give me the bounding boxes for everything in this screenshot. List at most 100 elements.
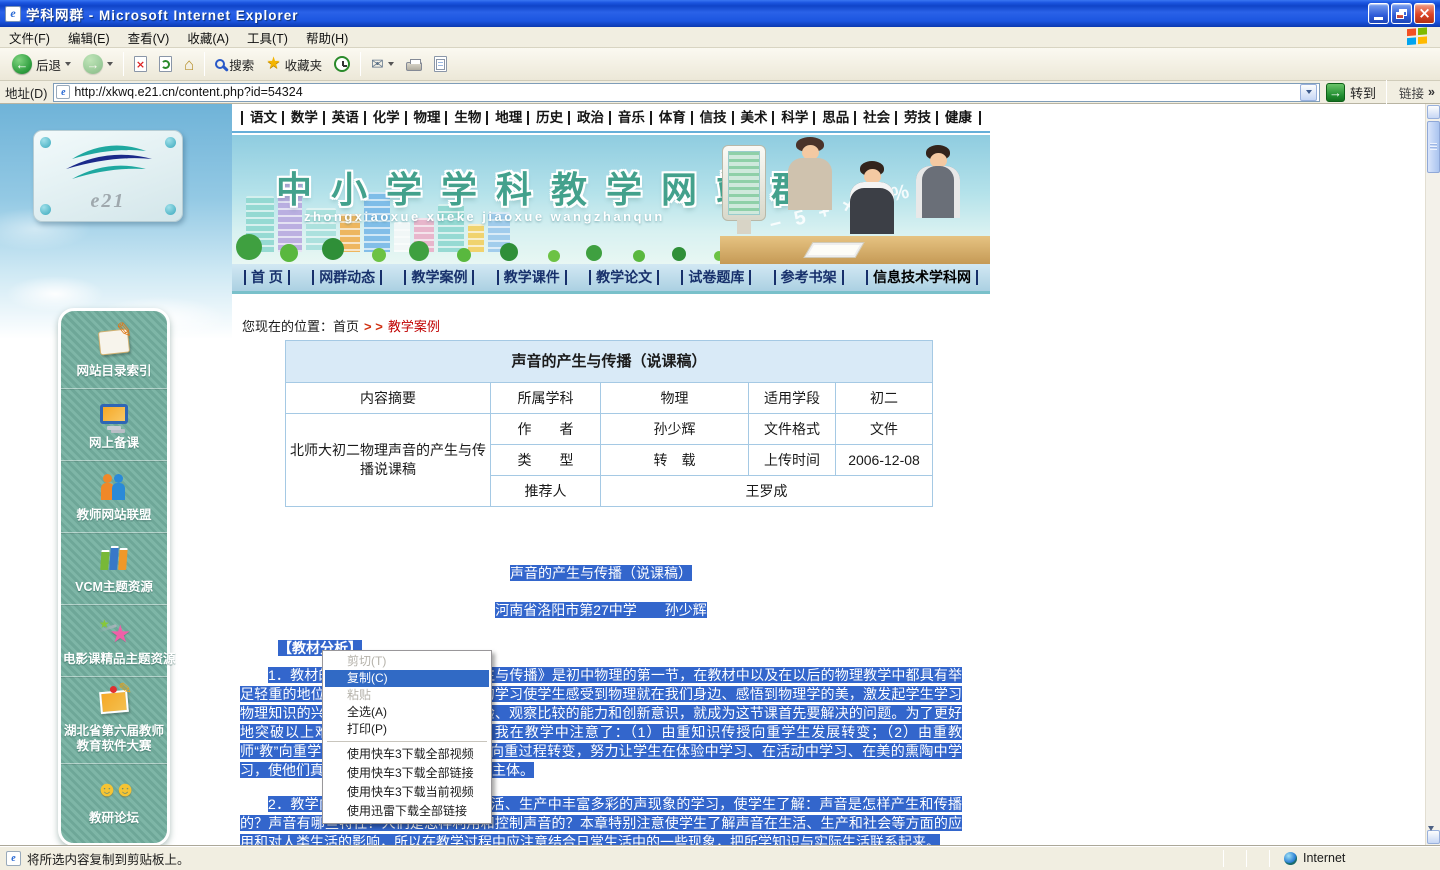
label-author: 作 者 xyxy=(491,414,601,445)
subject-link[interactable]: 数学 xyxy=(282,111,322,125)
subject-link[interactable]: 美术 xyxy=(732,111,772,125)
sidebar-item-online-prep[interactable]: 网上备课 xyxy=(61,388,167,460)
nav-question-bank[interactable]: 试卷题库 xyxy=(681,270,751,285)
internet-globe-icon xyxy=(1284,852,1297,865)
breadcrumb-home-link[interactable]: 首页 xyxy=(333,319,359,334)
subject-link[interactable]: 生物 xyxy=(445,111,485,125)
restore-button[interactable] xyxy=(1391,3,1412,24)
menu-help[interactable]: 帮助(H) xyxy=(297,28,357,47)
context-menu-flashget-current-video[interactable]: 使用快车3下载当前视频 xyxy=(325,783,489,802)
site-banner: 中小学学科教学网站群 zhongxiaoxue xueke jiaoxue wa… xyxy=(232,135,990,264)
stop-button[interactable]: × xyxy=(128,50,153,78)
context-menu-thunder-all-links[interactable]: 使用迅雷下载全部链接 xyxy=(325,802,489,821)
subject-link[interactable]: 历史 xyxy=(527,111,567,125)
value-recommender: 王罗成 xyxy=(601,476,933,507)
context-menu-select-all[interactable]: 全选(A) xyxy=(325,704,489,721)
sidebar-item-directory[interactable]: 网站目录索引 xyxy=(61,317,167,388)
favorites-button[interactable]: ★ 收藏夹 xyxy=(260,50,328,78)
links-toolbar[interactable]: 链接 » xyxy=(1391,83,1435,102)
subject-link[interactable]: 社会 xyxy=(854,111,894,125)
subject-link[interactable]: 地理 xyxy=(486,111,526,125)
subject-link[interactable]: 健康 xyxy=(936,111,981,125)
history-button[interactable] xyxy=(328,50,356,78)
subject-link[interactable]: 劳技 xyxy=(895,111,935,125)
print-button[interactable] xyxy=(400,50,428,78)
subject-link[interactable]: 政治 xyxy=(568,111,608,125)
scrollbar-thumb[interactable] xyxy=(1427,121,1440,173)
menu-tools[interactable]: 工具(T) xyxy=(238,28,297,47)
nav-home[interactable]: 首 页 xyxy=(244,270,290,285)
nav-it-subject[interactable]: 信息技术学科网 xyxy=(866,270,978,285)
e21-waves-icon xyxy=(62,143,156,185)
mail-button[interactable]: ✉ xyxy=(365,50,400,78)
status-right-panes: Internet xyxy=(1201,846,1434,870)
subject-link[interactable]: 思品 xyxy=(813,111,853,125)
label-recommender: 推荐人 xyxy=(491,476,601,507)
e21-logo[interactable]: e21 xyxy=(33,130,183,222)
vertical-scrollbar[interactable] xyxy=(1425,104,1440,845)
site-nav: 首 页 网群动态 教学案例 教学课件 教学论文 试卷题库 参考书架 信息技术学科… xyxy=(232,264,990,294)
back-dropdown-icon[interactable] xyxy=(65,62,71,66)
subject-link[interactable]: 物理 xyxy=(405,111,445,125)
subject-link[interactable]: 音乐 xyxy=(609,111,649,125)
address-label: 地址(D) xyxy=(5,83,47,102)
sidebar-item-film-resources[interactable]: ★★ 电影课精品主题资源 xyxy=(61,604,167,676)
sidebar-item-forum[interactable]: ☻☻ 教研论坛 xyxy=(61,763,167,835)
close-button[interactable]: × xyxy=(1414,3,1435,24)
boy-figure xyxy=(850,161,894,234)
window-title: 学科网群 - Microsoft Internet Explorer xyxy=(26,4,299,24)
scroll-up-button[interactable] xyxy=(1427,105,1440,119)
title-bar: e 学科网群 - Microsoft Internet Explorer × xyxy=(0,0,1440,27)
stars-icon: ★★ xyxy=(63,612,165,648)
context-menu-print[interactable]: 打印(P) xyxy=(325,721,489,738)
go-button[interactable]: → 转到 xyxy=(1326,83,1376,102)
status-separator xyxy=(1223,850,1224,867)
context-menu-flashget-all-videos[interactable]: 使用快车3下载全部视频 xyxy=(325,745,489,764)
refresh-button[interactable] xyxy=(153,50,178,78)
nav-reference[interactable]: 参考书架 xyxy=(774,270,844,285)
windows-logo xyxy=(1407,27,1433,47)
menu-file[interactable]: 文件(F) xyxy=(0,28,59,47)
value-summary: 北师大初二物理声音的产生与传播说课稿 xyxy=(286,414,491,507)
refresh-icon xyxy=(159,56,172,72)
back-button[interactable]: ← 后退 xyxy=(6,50,77,78)
subject-link[interactable]: 信技 xyxy=(691,111,731,125)
nav-teaching-cases[interactable]: 教学案例 xyxy=(404,270,474,285)
sidebar-item-vcm-resources[interactable]: VCM主题资源 xyxy=(61,532,167,604)
address-dropdown-button[interactable] xyxy=(1300,84,1317,101)
sidebar-item-teacher-alliance[interactable]: 教师网站联盟 xyxy=(61,460,167,532)
subject-link[interactable]: 科学 xyxy=(772,111,812,125)
menu-favorites[interactable]: 收藏(A) xyxy=(178,28,238,47)
menu-view[interactable]: 查看(V) xyxy=(119,28,179,47)
forward-button[interactable]: → xyxy=(77,50,119,78)
banner-subtitle: zhongxiaoxue xueke jiaoxue wangzhanqun xyxy=(304,209,665,224)
context-menu-flashget-all-links[interactable]: 使用快车3下载全部链接 xyxy=(325,764,489,783)
minimize-button[interactable] xyxy=(1368,3,1389,24)
links-chevron-icon[interactable]: » xyxy=(1428,85,1435,99)
address-url[interactable]: http://xkwq.e21.cn/content.php?id=54324 xyxy=(74,85,302,99)
nav-courseware[interactable]: 教学课件 xyxy=(497,270,567,285)
search-button[interactable]: 搜索 xyxy=(209,50,260,78)
scroll-down-button[interactable] xyxy=(1427,830,1440,844)
subject-link[interactable]: 体育 xyxy=(650,111,690,125)
subject-link[interactable]: 化学 xyxy=(364,111,404,125)
sidebar-item-software-contest[interactable]: 湖北省第六届教师教育软件大赛 xyxy=(61,676,167,763)
nav-papers[interactable]: 教学论文 xyxy=(589,270,659,285)
ie-page-icon: e xyxy=(5,6,21,22)
subject-nav: 语文 数学 英语 化学 物理 生物 地理 历史 政治 音乐 体育 信技 美术 科… xyxy=(232,104,990,133)
nav-news[interactable]: 网群动态 xyxy=(312,270,382,285)
notepad-pencil-icon xyxy=(63,324,165,360)
mail-dropdown-icon[interactable] xyxy=(388,62,394,66)
menu-edit[interactable]: 编辑(E) xyxy=(59,28,119,47)
address-input[interactable]: e http://xkwq.e21.cn/content.php?id=5432… xyxy=(53,83,1320,102)
value-type: 转 载 xyxy=(601,445,749,476)
forward-dropdown-icon[interactable] xyxy=(107,62,113,66)
logo-corner-dot xyxy=(40,137,51,148)
subject-link[interactable]: 语文 xyxy=(241,111,281,125)
home-button[interactable]: ⌂ xyxy=(178,50,200,78)
context-menu-copy[interactable]: 复制(C) xyxy=(325,670,489,687)
edit-button[interactable] xyxy=(428,50,453,78)
subject-link[interactable]: 英语 xyxy=(323,111,363,125)
breadcrumb-current-link[interactable]: 教学案例 xyxy=(388,319,440,334)
value-author: 孙少辉 xyxy=(601,414,749,445)
